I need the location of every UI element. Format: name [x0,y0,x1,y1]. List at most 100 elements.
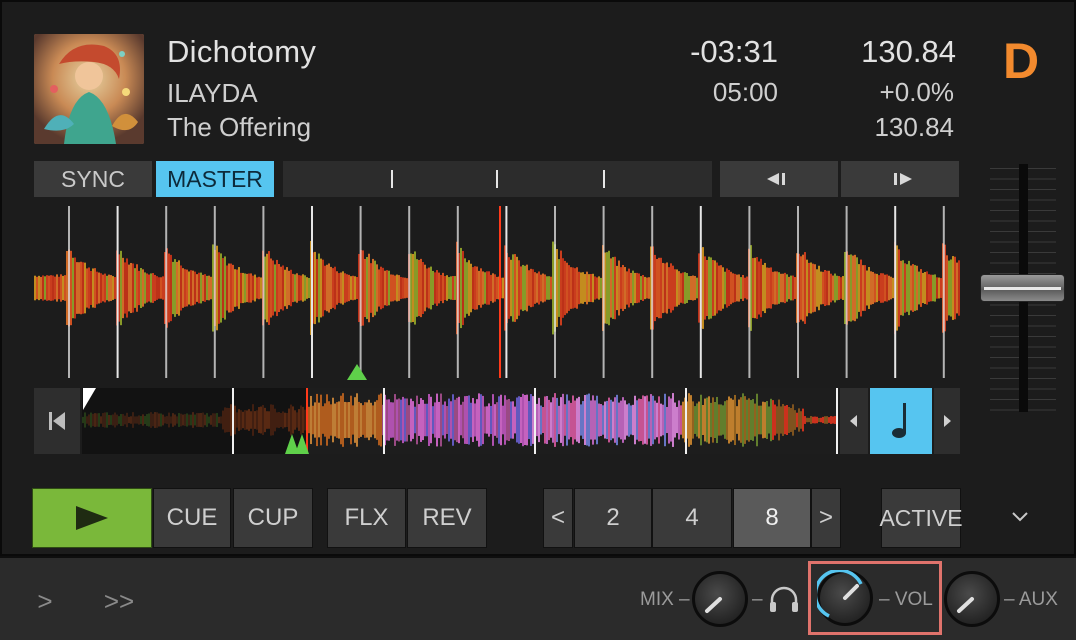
loop-size-2[interactable]: 2 [574,488,652,548]
track-artist: ILAYDA [167,78,258,108]
track-overview[interactable] [82,388,838,454]
waveform-slice [666,262,668,314]
overview-slice [526,394,528,446]
aux-knob[interactable] [944,571,1000,627]
overview-slice [592,395,594,445]
cup-button[interactable]: CUP [233,488,313,548]
overview-slice [788,407,790,433]
waveform-slice [198,272,200,304]
nav-fast-forward-button[interactable]: >> [104,586,134,616]
waveform-slice [436,270,438,306]
overview-slice [560,397,562,443]
loop-size-next-button[interactable]: > [811,488,841,548]
waveform-slice [814,264,816,312]
phase-tick [603,170,605,188]
overview-prev-button[interactable] [840,388,868,454]
aux-label-text: AUX [1018,589,1058,610]
loop-size-4[interactable]: 4 [652,488,732,548]
overview-slice [406,398,408,442]
waveform-slice [940,278,942,298]
waveform-slice [902,260,904,316]
sync-button[interactable]: SYNC [34,161,152,197]
overview-slice [324,403,326,437]
waveform-slice [632,270,634,306]
overview-slice [820,417,822,423]
beat-grid-line [554,206,556,378]
waveform-slice [220,253,222,323]
waveform-slice [320,258,322,318]
overview-slice [316,393,318,447]
waveform-slice [180,265,182,311]
overview-slice [576,398,578,442]
waveform-slice [956,262,958,314]
loop-size-8[interactable]: 8 [733,488,811,548]
overview-slice [470,402,472,438]
waveform-slice [552,241,554,335]
headphones-icon[interactable] [768,586,800,619]
overview-slice [590,400,592,440]
waveform-slice [808,262,810,314]
overview-slice [484,406,486,434]
waveform-slice [330,266,332,310]
waveform-slice [930,274,932,302]
waveform-slice [450,276,452,300]
loop-size-prev-button[interactable]: < [543,488,573,548]
overview-slice [408,405,410,435]
overview-slice [350,395,352,445]
waveform-slice [900,260,902,316]
nav-forward-button[interactable]: > [30,586,60,616]
waveform-slice [582,272,584,304]
waveform-slice [462,250,464,326]
overview-next-button[interactable] [934,388,960,454]
stripe-waveform[interactable] [34,202,960,384]
nudge-forward-button[interactable] [841,161,959,197]
waveform-slice [120,250,122,326]
expand-deck-button[interactable] [1002,502,1038,532]
mix-knob[interactable] [692,571,748,627]
overview-slice [468,395,470,445]
overview-slice [480,394,482,446]
quantize-button[interactable] [870,388,932,454]
overview-slice [416,395,418,445]
reverse-button[interactable]: REV [407,488,487,548]
waveform-slice [226,265,228,311]
overview-slice [452,394,454,446]
volume-knob[interactable] [817,570,873,626]
nudge-back-button[interactable] [720,161,838,197]
waveform-slice [720,265,722,311]
waveform-slice [152,273,154,303]
overview-slice [656,402,658,438]
overview-slice [558,405,560,435]
overview-slice [554,393,556,447]
waveform-slice [896,245,898,331]
overview-slice [822,416,824,424]
waveform-slice [44,276,46,300]
overview-slice [420,398,422,442]
waveform-slice [304,275,306,301]
overview-slice [562,393,564,447]
master-button[interactable]: MASTER [156,161,274,197]
overview-slice [596,395,598,445]
deck-letter[interactable]: D [1003,32,1039,90]
tempo-fader-handle[interactable] [980,274,1065,302]
waveform-slice [752,258,754,318]
waveform-slice [642,274,644,302]
overview-slice [578,396,580,444]
cue-button[interactable]: CUE [153,488,231,548]
overview-slice [532,396,534,444]
overview-slice [778,399,780,441]
jump-to-start-button[interactable] [34,388,80,454]
waveform-slice [888,275,890,301]
overview-slice [652,395,654,445]
overview-slice [614,397,616,443]
waveform-slice [256,277,258,299]
flux-button[interactable]: FLX [327,488,406,548]
waveform-slice [412,253,414,323]
overview-slice [390,402,392,438]
waveform-slice [856,257,858,319]
overview-slice [754,403,756,437]
overview-slice [422,399,424,441]
loop-active-button[interactable]: ACTIVE [879,488,963,548]
play-button[interactable] [32,488,152,548]
overview-slice [602,405,604,435]
